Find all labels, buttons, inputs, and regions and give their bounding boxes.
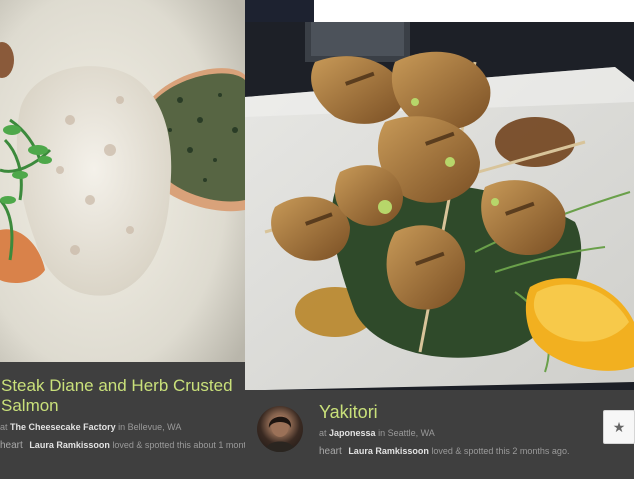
favorite-button[interactable]: ★ (603, 410, 635, 444)
steak-salmon-plate-image (0, 0, 245, 362)
dish-title[interactable]: Yakitori (319, 402, 569, 422)
avatar-image (265, 415, 295, 452)
user-link[interactable]: Laura Ramkissoon (348, 446, 429, 456)
card-caption: Yakitori at Japonessa in Seattle, WA hea… (245, 390, 634, 479)
user-link[interactable]: Laura Ramkissoon (29, 440, 110, 450)
food-card-yakitori[interactable]: Yakitori at Japonessa in Seattle, WA hea… (245, 22, 634, 479)
heart-label: heart (0, 440, 23, 451)
activity-line: heart Laura Ramkissoon loved & spotted t… (319, 446, 569, 457)
in-label: in (378, 428, 386, 438)
location-text: Bellevue, WA (127, 422, 182, 432)
restaurant-link[interactable]: Japonessa (329, 428, 376, 438)
at-label: at (0, 422, 8, 432)
restaurant-link[interactable]: The Cheesecake Factory (10, 422, 116, 432)
dish-title[interactable]: Steak Diane and Herb Crusted Salmon (0, 376, 245, 416)
at-label: at (319, 428, 327, 438)
activity-text: loved & spotted this 2 months ago. (431, 446, 570, 456)
star-icon: ★ (612, 418, 626, 435)
heart-label: heart (319, 446, 342, 457)
location-text: Seattle, WA (387, 428, 435, 438)
restaurant-line: at The Cheesecake Factory in Bellevue, W… (0, 422, 245, 432)
card-caption: Steak Diane and Herb Crusted Salmon at T… (0, 362, 245, 479)
in-label: in (118, 422, 126, 432)
activity-line: heart Laura Ramkissoon loved & spotted t… (0, 440, 245, 451)
activity-text: loved & spotted this about 1 month ago. (112, 440, 245, 450)
user-avatar[interactable] (257, 406, 303, 452)
food-photo[interactable] (245, 22, 634, 390)
restaurant-line: at Japonessa in Seattle, WA (319, 428, 569, 438)
caption-text: Yakitori at Japonessa in Seattle, WA hea… (319, 402, 569, 457)
food-photo[interactable] (0, 0, 245, 362)
yakitori-plate-image (245, 22, 634, 390)
food-card-steak-salmon[interactable]: Steak Diane and Herb Crusted Salmon at T… (0, 0, 245, 479)
